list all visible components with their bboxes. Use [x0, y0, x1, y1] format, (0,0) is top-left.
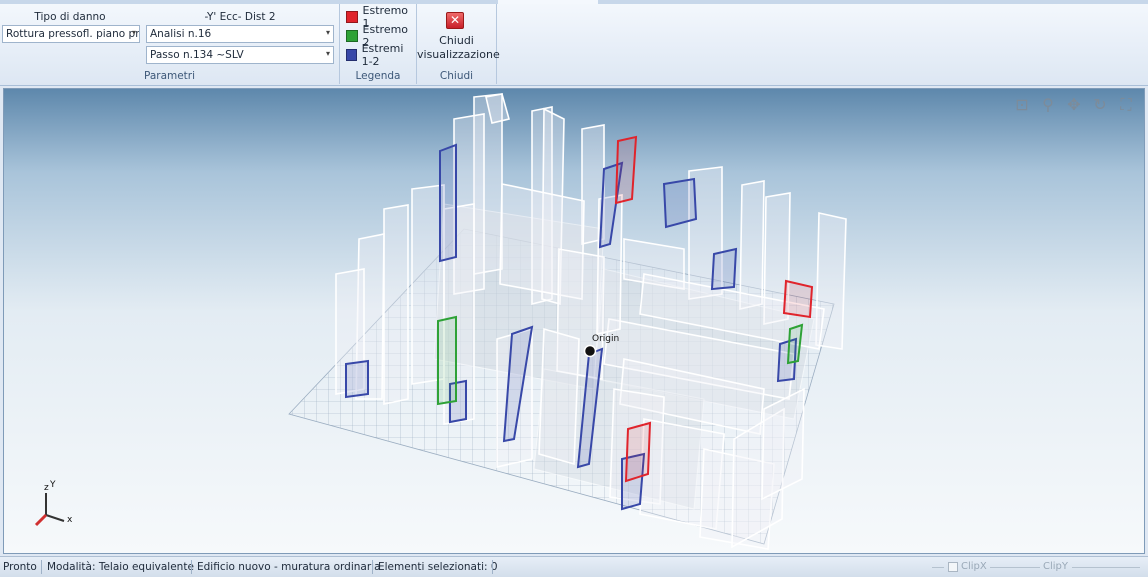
chevron-down-icon: ▾	[325, 28, 330, 37]
group-chiudi: ✕ Chiudi visualizzazione Chiudi	[417, 4, 500, 84]
zoom-window-icon[interactable]: ⊡	[1012, 95, 1032, 115]
axis-y-label: Y	[50, 480, 56, 490]
tipo-danno-value: Rottura pressofl. piano pri	[6, 28, 140, 40]
group-legenda: Estremo 1 Estremo 2 Estremi 1-2 Legenda	[340, 4, 417, 84]
close-x-icon: ✕	[446, 12, 464, 29]
clipy-toggle[interactable]: ClipY	[1043, 561, 1068, 572]
damage-element-estremi-1-2	[662, 177, 698, 229]
damage-element-estremi-1-2	[710, 247, 738, 291]
group-label-parametri: Parametri	[143, 70, 196, 82]
group-label-chiudi: Chiudi	[439, 70, 474, 82]
status-separator	[41, 560, 42, 574]
analisi-select[interactable]: Analisi n.16 ▾	[146, 25, 334, 43]
rotate-icon[interactable]: ↻	[1090, 95, 1110, 115]
chiudi-button-label: Chiudi visualizzazione	[417, 34, 500, 62]
ribbon: Tipo di danno Rottura pressofl. piano pr…	[0, 0, 1148, 86]
status-separator	[372, 560, 373, 574]
model-3d-scene	[288, 93, 847, 550]
status-mode: Modalità: Telaio equivalente	[47, 561, 194, 573]
origin-label: Origin	[592, 334, 620, 344]
analisi-value: Analisi n.16	[150, 28, 212, 40]
view-toolbar: ⊡ ⚲ ✥ ↻ ⛶	[1012, 95, 1136, 115]
wall-panel	[383, 204, 409, 405]
chiudi-visualizzazione-button[interactable]: ✕ Chiudi visualizzazione	[417, 4, 500, 68]
legend-swatch-blue	[346, 49, 357, 61]
clipx-checkbox[interactable]	[948, 561, 958, 572]
passo-select[interactable]: Passo n.134 ~SLV ▾	[146, 46, 334, 64]
fit-extents-icon[interactable]: ⛶	[1116, 95, 1136, 115]
axis-z-label: z	[44, 483, 49, 493]
model-3d-viewport[interactable]: Origin ⊡ ⚲ ✥ ↻ ⛶ z Y x	[3, 88, 1145, 554]
origin-marker	[583, 344, 597, 358]
clipy-label: ClipY	[1043, 561, 1068, 572]
clipx-track	[932, 567, 944, 568]
group-label-legenda: Legenda	[355, 70, 401, 82]
status-separator	[492, 560, 493, 574]
ribbon-active-tab[interactable]	[498, 0, 598, 4]
chevron-down-icon: ▾	[131, 28, 136, 37]
axis-triad-icon	[34, 493, 65, 527]
wall-panel	[538, 327, 580, 466]
damage-element-estremi-1-2	[439, 143, 457, 263]
status-bar: Pronto Modalità: Telaio equivalente Edif…	[0, 556, 1148, 577]
tipo-danno-select[interactable]: Rottura pressofl. piano pri ▾	[2, 25, 140, 43]
legend-label: Estremi 1-2	[361, 42, 404, 68]
status-separator	[191, 560, 192, 574]
damage-element-estremo-1	[624, 421, 652, 483]
chevron-down-icon: ▾	[325, 49, 330, 58]
damage-element-estremo-2	[437, 315, 457, 406]
damage-element-estremi-1-2	[345, 359, 369, 399]
chiudi-label-line1: Chiudi	[439, 34, 474, 47]
legend-swatch-green	[346, 30, 358, 42]
chiudi-label-line2: visualizzazione	[417, 48, 500, 61]
clipx-label: ClipX	[961, 561, 987, 572]
clipy-track-right	[1072, 567, 1140, 568]
clipx-toggle[interactable]: ClipX	[948, 561, 987, 572]
wall-panel	[739, 180, 765, 311]
status-selected: Elementi selezionati: 0	[378, 561, 498, 573]
analysis-title: -Y' Ecc- Dist 2	[204, 11, 276, 23]
status-building: Edificio nuovo - muratura ordinaria	[197, 561, 381, 573]
pan-icon[interactable]: ✥	[1064, 95, 1084, 115]
zoom-icon[interactable]: ⚲	[1038, 95, 1058, 115]
axis-x-label: x	[67, 515, 73, 525]
legend-swatch-red	[346, 11, 358, 23]
damage-element-estremo-1	[782, 279, 814, 319]
clipy-track	[990, 567, 1040, 568]
status-state: Pronto	[3, 561, 37, 573]
passo-value: Passo n.134 ~SLV	[150, 49, 244, 61]
legend-item-estremi-1-2: Estremi 1-2	[346, 42, 416, 68]
group-parametri: Tipo di danno Rottura pressofl. piano pr…	[0, 4, 340, 84]
axis-gizmo: z Y x	[30, 480, 80, 533]
tipo-danno-label: Tipo di danno	[34, 11, 106, 23]
damage-element-estremo-1	[614, 135, 638, 205]
